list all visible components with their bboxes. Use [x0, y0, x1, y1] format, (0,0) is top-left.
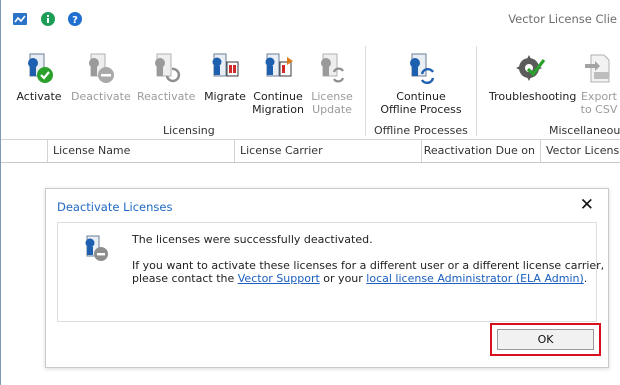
svg-text:?: ?	[72, 15, 78, 26]
migrate-button[interactable]: Migrate	[203, 52, 247, 103]
group-label-miscellaneous: Miscellaneous	[549, 124, 620, 137]
reactivate-label: Reactivate	[137, 90, 196, 103]
column-header-selector[interactable]	[1, 140, 47, 162]
license-update-button[interactable]: License Update	[309, 52, 355, 116]
vector-support-link[interactable]: Vector Support	[238, 272, 320, 285]
offline-process-icon	[410, 53, 435, 85]
dialog-title: Deactivate Licenses	[57, 200, 173, 214]
migrate-icon	[212, 53, 239, 77]
window-title: Vector License Clie	[508, 12, 617, 26]
csv-export-icon	[585, 54, 610, 83]
ribbon-separator	[365, 46, 366, 136]
troubleshooting-label: Troubleshooting	[489, 90, 577, 103]
continue-migration-icon	[265, 53, 293, 77]
column-header-license-carrier[interactable]: License Carrier	[234, 140, 421, 162]
continue-offline-process-button[interactable]: Continue Offline Process	[371, 52, 471, 116]
export-label-2: to CSV	[580, 103, 618, 116]
ribbon-separator	[476, 46, 477, 136]
ela-admin-link[interactable]: local license Administrator (ELA Admin)	[366, 272, 584, 285]
activate-label: Activate	[16, 90, 62, 103]
ok-button[interactable]: OK	[497, 329, 594, 350]
certificate-remove-icon	[85, 235, 108, 261]
info-icon[interactable]	[40, 11, 56, 27]
title-bar: ? Vector License Clie	[1, 0, 620, 39]
column-header-license-name[interactable]: License Name	[47, 140, 234, 162]
troubleshooting-button[interactable]: Troubleshooting	[489, 52, 577, 103]
continue-offline-label-1: Continue	[396, 90, 446, 103]
group-label-licensing: Licensing	[163, 124, 215, 137]
dialog-text-segment: .	[583, 272, 588, 285]
dialog-message-panel: The licenses were successfully deactivat…	[57, 222, 604, 322]
export-csv-button[interactable]: Export to CSV	[579, 52, 619, 116]
reactivate-button[interactable]: Reactivate	[137, 52, 195, 103]
dialog-message: The licenses were successfully deactivat…	[132, 233, 373, 246]
deactivate-label: Deactivate	[71, 90, 131, 103]
deactivate-licenses-dialog: Deactivate Licenses ✕ The licenses were …	[45, 188, 609, 368]
license-client-window: ? Vector License Clie Activate Deactivat…	[0, 0, 620, 385]
dialog-text-segment: or your	[319, 272, 367, 285]
export-label-1: Export	[580, 90, 617, 103]
close-icon[interactable]: ✕	[580, 195, 594, 215]
gear-check-icon	[516, 55, 546, 81]
continue-offline-label-2: Offline Process	[380, 103, 462, 116]
help-icon[interactable]: ?	[67, 11, 83, 27]
license-update-icon	[321, 53, 345, 83]
license-update-label-2: Update	[312, 103, 352, 116]
activate-button[interactable]: Activate	[15, 52, 63, 103]
license-grid-header: License Name License Carrier Reactivatio…	[1, 140, 620, 163]
continue-migration-label-2: Migration	[252, 103, 304, 116]
continue-migration-button[interactable]: Continue Migration	[251, 52, 305, 116]
dialog-info-line-1: If you want to activate these licenses f…	[132, 259, 605, 272]
migrate-label: Migrate	[204, 90, 246, 103]
column-header-reactivation-due[interactable]: Reactivation Due on	[421, 140, 540, 162]
certificate-check-icon	[28, 53, 53, 83]
screen-icon[interactable]	[12, 11, 28, 27]
dialog-text-segment: please contact the	[132, 272, 238, 285]
column-header-vector-license[interactable]: Vector License	[540, 140, 620, 162]
certificate-remove-icon	[89, 53, 114, 83]
certificate-refresh-icon	[155, 53, 181, 83]
ribbon: Activate Deactivate Reactivate Migrate C…	[1, 38, 620, 140]
continue-migration-label-1: Continue	[253, 90, 303, 103]
license-update-label-1: License	[311, 90, 353, 103]
dialog-info-line-2: please contact the Vector Support or you…	[132, 272, 587, 285]
deactivate-button[interactable]: Deactivate	[71, 52, 131, 103]
group-label-offline-processes: Offline Processes	[374, 124, 468, 137]
